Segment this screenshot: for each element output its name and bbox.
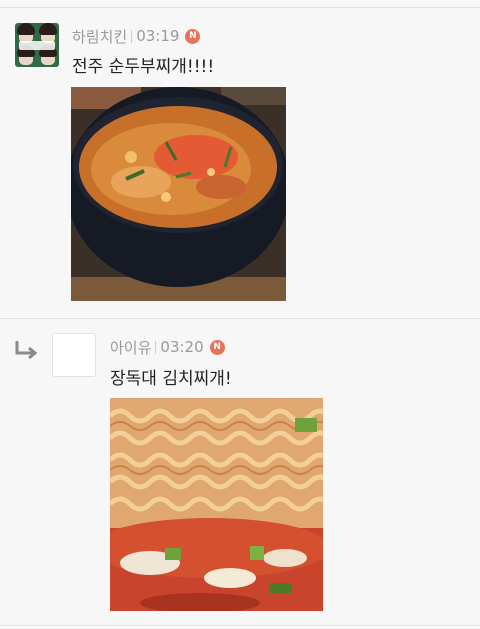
reply-comment-item: 아이유 03:20 N 장독대 김치찌개! [0, 319, 480, 619]
comment-image[interactable] [110, 398, 323, 611]
comment-time: 03:19 [136, 27, 180, 45]
comment-image[interactable] [71, 87, 286, 301]
reply-arrow-icon [15, 341, 38, 360]
author-name[interactable]: 아이유 [110, 337, 151, 358]
comment-item: 하림치킨 03:19 N 전주 순두부찌개!!!! [0, 0, 480, 318]
bottom-divider [0, 625, 480, 626]
comment-meta: 아이유 03:20 N [110, 336, 225, 358]
comment-text: 장독대 김치찌개! [110, 369, 232, 389]
new-badge: N [209, 339, 225, 355]
comment-text: 전주 순두부찌개!!!! [72, 57, 215, 77]
author-name[interactable]: 하림치킨 [72, 26, 127, 47]
meta-divider [131, 29, 133, 43]
comment-time: 03:20 [160, 338, 204, 356]
new-badge: N [185, 28, 201, 44]
author-avatar[interactable] [52, 333, 96, 377]
meta-divider [155, 340, 157, 354]
author-avatar[interactable] [15, 23, 59, 67]
comment-meta: 하림치킨 03:19 N [72, 25, 201, 47]
